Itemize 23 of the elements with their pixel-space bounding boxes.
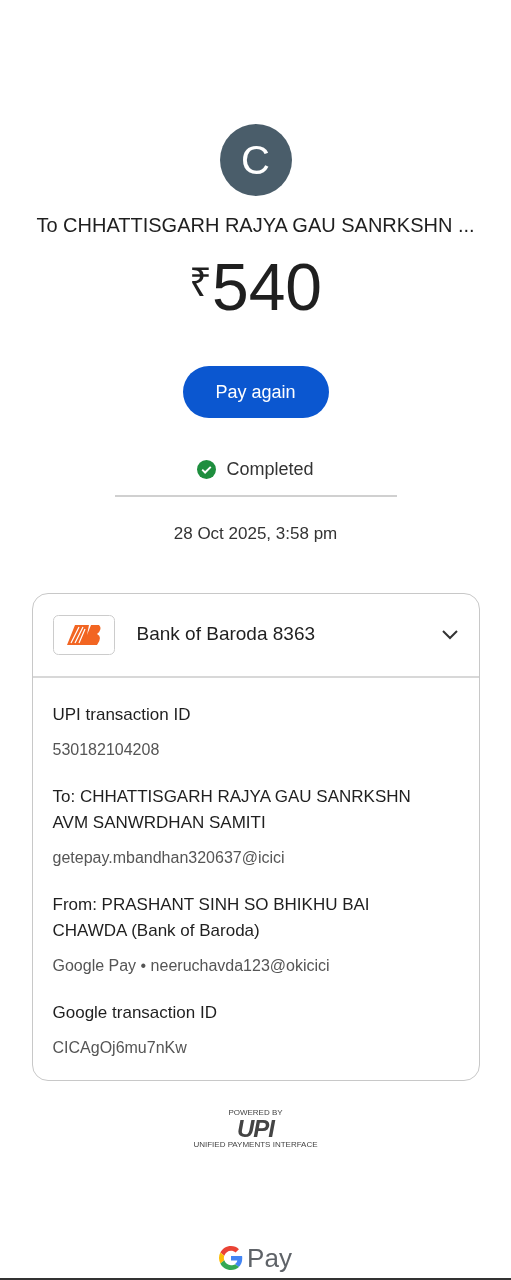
amount: ₹540 — [188, 254, 323, 320]
bank-account-name: Bank of Baroda 8363 — [136, 622, 317, 647]
recipient-name: To CHHATTISGARH RAJYA GAU SANRKSHN ... — [36, 213, 475, 238]
upi-tagline: UNIFIED PAYMENTS INTERFACE — [193, 1140, 318, 1149]
detail-value: getepay.mbandhan320637@icici — [52, 847, 286, 868]
detail-label: Google transaction ID — [52, 1001, 218, 1024]
upi-logo: UPI — [237, 1116, 274, 1141]
gpay-logo-text: Pay — [247, 1241, 292, 1275]
powered-by-label: POWERED BY — [228, 1108, 283, 1117]
bank-logo-icon — [52, 614, 115, 655]
detail-value: Google Pay • neeruchavda123@okicici — [52, 955, 331, 976]
google-g-icon — [219, 1246, 244, 1270]
detail-label: UPI transaction ID — [52, 703, 192, 726]
detail-value: 530182104208 — [52, 739, 161, 760]
chevron-down-icon — [440, 628, 459, 641]
status-label: Completed — [226, 458, 314, 481]
bank-account-row[interactable]: Bank of Baroda 8363 — [32, 593, 479, 678]
transaction-date: 28 Oct 2025, 3:58 pm — [173, 523, 338, 545]
avatar: C — [219, 124, 292, 196]
detail-value: CICAgOj6mu7nKw — [52, 1037, 188, 1058]
pay-again-button[interactable]: Pay again — [182, 366, 329, 418]
detail-label: To: CHHATTISGARH RAJYA GAU SANRKSHN AVM SANWRDHAN SAMITI — [52, 785, 412, 834]
detail-label: From: PRASHANT SINH SO BHIKHU BAI CHAWDA (Bank of Baroda) — [52, 893, 371, 942]
